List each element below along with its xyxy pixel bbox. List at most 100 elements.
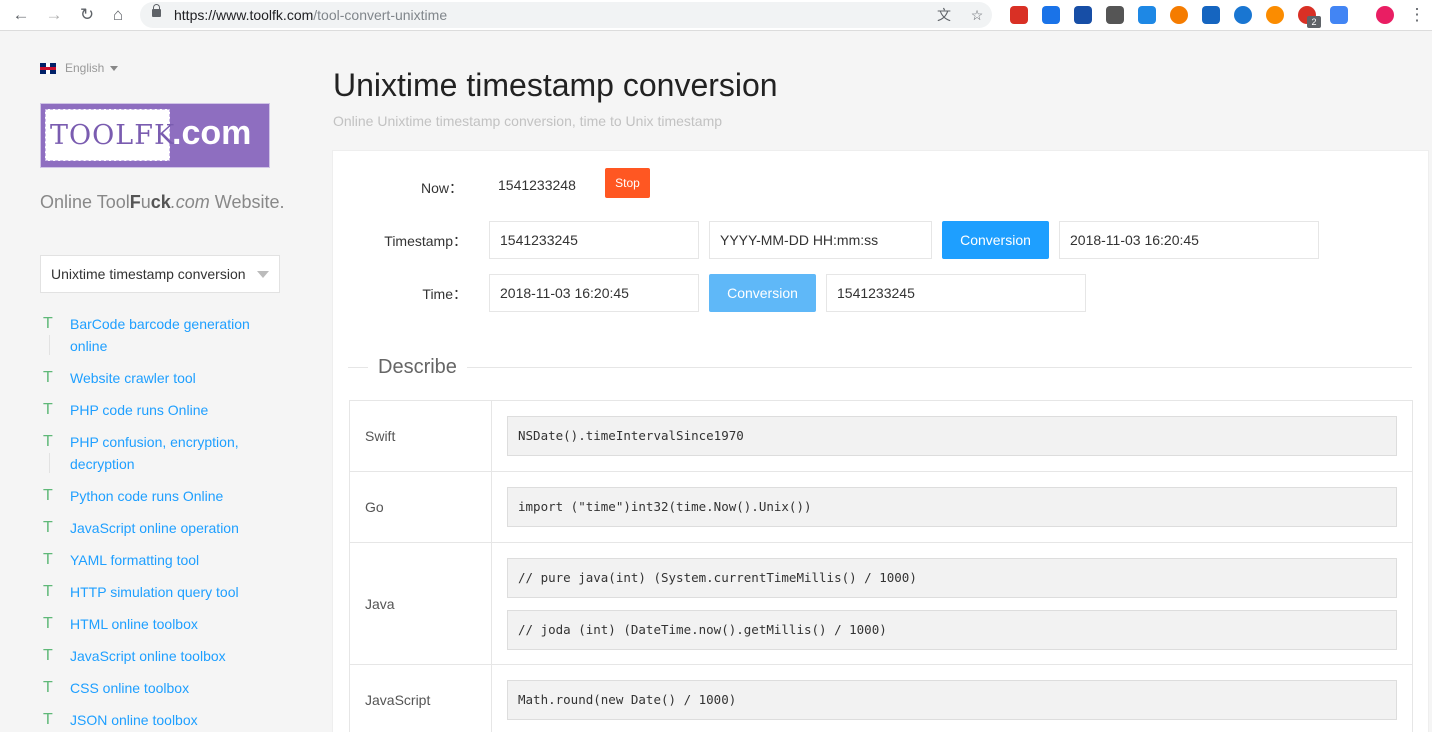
tool-icon: T bbox=[43, 645, 53, 667]
tool-nav-list: TBarCode barcode generation online TWebs… bbox=[40, 313, 290, 732]
format-input[interactable]: YYYY-MM-DD HH:mm:ss bbox=[709, 221, 932, 259]
extension-translate-icon[interactable] bbox=[1330, 6, 1348, 24]
code-cell: // pure java(int) (System.currentTimeMil… bbox=[492, 543, 1413, 665]
timestamp-label: Timestamp： bbox=[377, 231, 467, 251]
nav-item-php-run[interactable]: T PHP code runs Online bbox=[40, 399, 290, 421]
nav-item-json-toolbox[interactable]: T JSON online toolbox bbox=[40, 709, 290, 731]
nav-item-label[interactable]: Python code runs Online bbox=[70, 488, 223, 504]
extension-doc-icon[interactable] bbox=[1202, 6, 1220, 24]
tool-icon: T bbox=[43, 399, 53, 421]
tool-icon: T bbox=[43, 431, 53, 453]
timestamp-input[interactable]: 1541233245 bbox=[489, 221, 699, 259]
translate-icon[interactable]: 文 bbox=[935, 6, 953, 24]
now-value: 1541233248 bbox=[498, 177, 576, 193]
nav-item-html-toolbox[interactable]: T HTML online toolbox bbox=[40, 613, 290, 635]
nav-item-label[interactable]: YAML formatting tool bbox=[70, 552, 199, 568]
tool-icon: T bbox=[43, 485, 53, 507]
tool-icon: T bbox=[43, 313, 53, 335]
nav-item-php-confusion[interactable]: T PHP confusion, encryption, decryption bbox=[40, 431, 290, 475]
tool-icon: T bbox=[43, 677, 53, 699]
code-cell: NSDate().timeIntervalSince1970 bbox=[492, 401, 1413, 472]
code-snippet[interactable]: Math.round(new Date() / 1000) bbox=[507, 680, 1397, 720]
nav-item-label[interactable]: HTTP simulation query tool bbox=[70, 584, 239, 600]
code-examples-table: Swift NSDate().timeIntervalSince1970 Go … bbox=[349, 400, 1413, 732]
tagline-bold-ck: ck bbox=[151, 192, 171, 212]
logo-text-left: TOOLFK bbox=[45, 109, 170, 161]
nav-item-label[interactable]: BarCode barcode generation online bbox=[70, 316, 250, 354]
chevron-down-icon bbox=[257, 271, 269, 278]
language-label: English bbox=[65, 61, 104, 75]
extension-badge: 2 bbox=[1307, 16, 1321, 28]
code-snippet[interactable]: import ("time")int32(time.Now().Unix()) bbox=[507, 487, 1397, 527]
extension-moon-icon[interactable] bbox=[1266, 6, 1284, 24]
nav-item-js-toolbox[interactable]: T JavaScript online toolbox bbox=[40, 645, 290, 667]
now-label: Now： bbox=[373, 178, 463, 198]
nav-item-css-toolbox[interactable]: T CSS online toolbox bbox=[40, 677, 290, 699]
star-icon[interactable]: ☆ bbox=[968, 6, 986, 24]
page-subtitle: Online Unixtime timestamp conversion, ti… bbox=[333, 113, 722, 129]
reload-icon[interactable]: ↻ bbox=[76, 4, 98, 26]
extension-qr-icon[interactable] bbox=[1106, 6, 1124, 24]
extension-chart-icon[interactable] bbox=[1042, 6, 1060, 24]
timestamp-result-field[interactable]: 2018-11-03 16:20:45 bbox=[1059, 221, 1319, 259]
language-name: Swift bbox=[350, 401, 492, 472]
extension-globe-icon[interactable] bbox=[1234, 6, 1252, 24]
nav-item-http[interactable]: THTTP simulation query tool bbox=[40, 581, 290, 603]
profile-avatar[interactable] bbox=[1376, 6, 1394, 24]
logo-text-right: .com bbox=[172, 114, 251, 153]
tagline-post: Website. bbox=[210, 192, 285, 212]
nav-item-barcode[interactable]: T BarCode barcode generation online bbox=[40, 313, 290, 357]
tagline-mid: u bbox=[141, 192, 151, 212]
tagline-dotcom: .com bbox=[171, 192, 210, 212]
address-bar[interactable]: https://www.toolfk.com/tool-convert-unix… bbox=[140, 2, 992, 28]
table-row: JavaScript Math.round(new Date() / 1000) bbox=[350, 665, 1413, 732]
table-row: Go import ("time")int32(time.Now().Unix(… bbox=[350, 472, 1413, 543]
tool-icon: T bbox=[43, 709, 53, 731]
nav-item-python[interactable]: T Python code runs Online bbox=[40, 485, 290, 507]
table-row: Swift NSDate().timeIntervalSince1970 bbox=[350, 401, 1413, 472]
tool-icon: T bbox=[43, 613, 53, 635]
tool-select[interactable]: Unixtime timestamp conversion bbox=[40, 255, 280, 293]
language-selector[interactable]: English bbox=[40, 61, 118, 75]
table-row: Java // pure java(int) (System.currentTi… bbox=[350, 543, 1413, 665]
time-input[interactable]: 2018-11-03 16:20:45 bbox=[489, 274, 699, 312]
time-conversion-button[interactable]: Conversion bbox=[709, 274, 816, 312]
main-content: Unixtime timestamp conversion Online Uni… bbox=[300, 31, 1432, 732]
converter-card: Now： 1541233248 Stop Timestamp： 15412332… bbox=[332, 150, 1429, 732]
nav-item-crawler[interactable]: TWebsite crawler tool bbox=[40, 367, 290, 389]
code-snippet[interactable]: // joda (int) (DateTime.now().getMillis(… bbox=[507, 610, 1397, 650]
extension-s2-icon[interactable] bbox=[1138, 6, 1156, 24]
code-snippet[interactable]: // pure java(int) (System.currentTimeMil… bbox=[507, 558, 1397, 598]
language-name: Java bbox=[350, 543, 492, 665]
page-title: Unixtime timestamp conversion bbox=[333, 67, 778, 104]
code-snippet[interactable]: NSDate().timeIntervalSince1970 bbox=[507, 416, 1397, 456]
site-logo[interactable]: TOOLFK .com bbox=[40, 103, 270, 168]
nav-item-js-run[interactable]: TJavaScript online operation bbox=[40, 517, 290, 539]
nav-item-label[interactable]: CSS online toolbox bbox=[70, 680, 189, 696]
code-cell: Math.round(new Date() / 1000) bbox=[492, 665, 1413, 732]
extension-f-icon[interactable] bbox=[1074, 6, 1092, 24]
url-path: /tool-convert-unixtime bbox=[313, 7, 447, 23]
timestamp-conversion-button[interactable]: Conversion bbox=[942, 221, 1049, 259]
back-icon[interactable]: ← bbox=[10, 4, 32, 26]
time-result-field[interactable]: 1541233245 bbox=[826, 274, 1086, 312]
nav-item-label[interactable]: JavaScript online operation bbox=[70, 520, 239, 536]
url-text[interactable]: https://www.toolfk.com/tool-convert-unix… bbox=[174, 7, 447, 23]
nav-item-label[interactable]: JavaScript online toolbox bbox=[70, 648, 226, 664]
nav-item-label[interactable]: Website crawler tool bbox=[70, 370, 196, 386]
extension-s-icon[interactable] bbox=[1010, 6, 1028, 24]
home-icon[interactable]: ⌂ bbox=[107, 4, 129, 26]
forward-icon[interactable]: → bbox=[43, 4, 65, 26]
nav-item-label[interactable]: PHP confusion, encryption, decryption bbox=[70, 434, 239, 472]
nav-connector-line bbox=[49, 453, 50, 473]
nav-item-label[interactable]: HTML online toolbox bbox=[70, 616, 198, 632]
nav-item-label[interactable]: JSON online toolbox bbox=[70, 712, 198, 728]
stop-button[interactable]: Stop bbox=[605, 168, 650, 198]
tagline-bold-f: F bbox=[130, 192, 141, 212]
extension-orange-icon[interactable] bbox=[1170, 6, 1188, 24]
menu-icon[interactable]: ⋮ bbox=[1406, 4, 1428, 26]
describe-divider bbox=[348, 367, 1412, 368]
nav-item-yaml[interactable]: TYAML formatting tool bbox=[40, 549, 290, 571]
nav-item-label[interactable]: PHP code runs Online bbox=[70, 402, 208, 418]
describe-heading: Describe bbox=[368, 356, 467, 379]
